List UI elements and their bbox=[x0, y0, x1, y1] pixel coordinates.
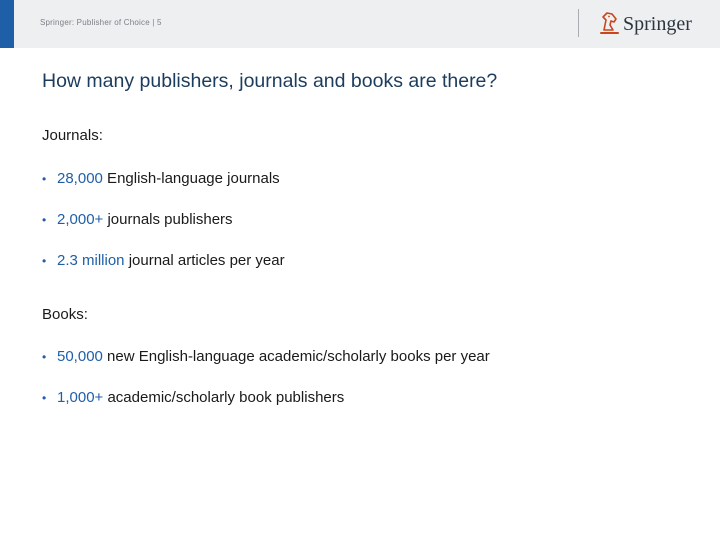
bullet-highlight: 50,000 bbox=[57, 348, 103, 365]
list-item: • 50,000 new English-language academic/sc… bbox=[42, 348, 490, 365]
list-item: • 1,000+ academic/scholarly book publishe… bbox=[42, 389, 344, 406]
bullet-highlight: 2,000+ bbox=[57, 211, 104, 228]
bullet-highlight: 28,000 bbox=[57, 170, 103, 187]
list-item: • 28,000 English-language journals bbox=[42, 170, 280, 187]
springer-logo-text: Springer bbox=[623, 13, 692, 35]
bullet-dot-icon: • bbox=[42, 172, 47, 186]
bullet-text: English-language journals bbox=[102, 170, 280, 187]
header-divider bbox=[578, 9, 579, 37]
bullet-dot-icon: • bbox=[42, 213, 47, 227]
list-item: • 2,000+ journals publishers bbox=[42, 211, 233, 228]
bullet-dot-icon: • bbox=[42, 391, 47, 405]
bullet-dot-icon: • bbox=[42, 254, 47, 268]
bullet-text: new English-language academic/scholarly … bbox=[102, 348, 490, 365]
list-item: • 2.3 million journal articles per year bbox=[42, 252, 285, 269]
bullet-highlight: 1,000+ bbox=[57, 389, 104, 406]
bullet-text: journal articles per year bbox=[124, 252, 285, 269]
header-accent-bar bbox=[0, 0, 14, 48]
section-heading-books: Books: bbox=[42, 306, 88, 323]
bullet-text: academic/scholarly book publishers bbox=[103, 389, 345, 406]
header-label: Springer: Publisher of Choice | 5 bbox=[40, 18, 162, 27]
bullet-dot-icon: • bbox=[42, 350, 47, 364]
bullet-text: journals publishers bbox=[103, 211, 233, 228]
header-band: Springer: Publisher of Choice | 5 Spring… bbox=[0, 0, 720, 48]
bullet-highlight: 2.3 million bbox=[57, 252, 125, 269]
springer-logo: Springer bbox=[598, 10, 692, 38]
springer-knight-icon bbox=[600, 12, 619, 34]
section-heading-journals: Journals: bbox=[42, 127, 103, 144]
page-title: How many publishers, journals and books … bbox=[42, 70, 498, 92]
